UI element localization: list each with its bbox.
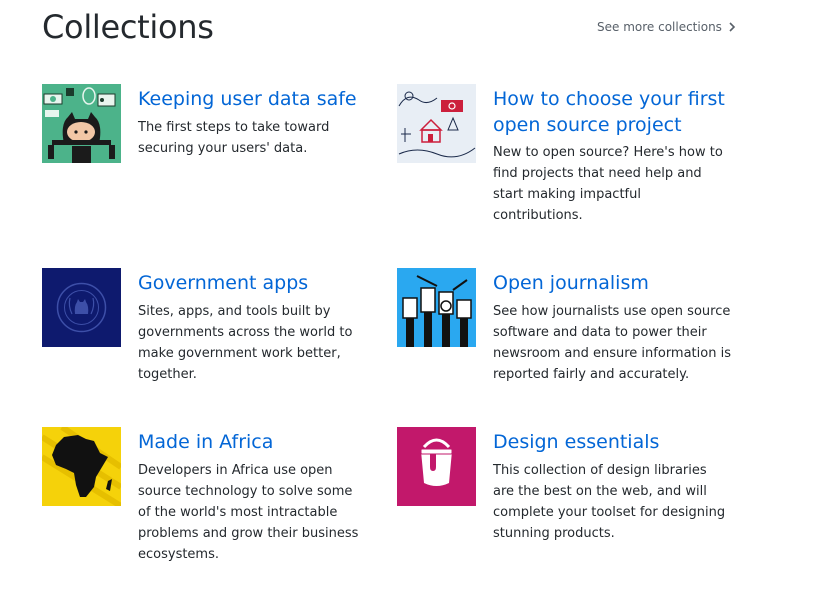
africa-map-icon: [42, 427, 121, 506]
collection-description: See how journalists use open source soft…: [493, 304, 731, 382]
collection-description: This collection of design libraries are …: [493, 463, 726, 541]
collection-thumbnail[interactable]: [397, 84, 476, 163]
collection-title[interactable]: Open journalism: [493, 270, 743, 296]
collection-title[interactable]: Made in Africa: [138, 429, 388, 455]
government-seal-icon: [42, 268, 121, 347]
raised-fists-icon: [397, 268, 476, 347]
page-title: Collections: [42, 8, 214, 46]
see-more-label: See more collections: [597, 20, 722, 34]
house-map-icon: [397, 84, 476, 163]
collection-thumbnail[interactable]: [397, 268, 476, 347]
collection-thumbnail[interactable]: [42, 84, 121, 163]
collection-title[interactable]: Keeping user data safe: [138, 86, 388, 112]
collection-title[interactable]: How to choose your first open source pro…: [493, 86, 743, 138]
collection-title[interactable]: Design essentials: [493, 429, 743, 455]
collection-thumbnail[interactable]: [397, 427, 476, 506]
collection-description: Developers in Africa use open source tec…: [138, 463, 359, 562]
collection-description: The first steps to take toward securing …: [138, 120, 330, 156]
see-more-collections-link[interactable]: See more collections: [597, 20, 736, 34]
collection-thumbnail[interactable]: [42, 268, 121, 347]
octocat-security-icon: [42, 84, 121, 163]
collection-title[interactable]: Government apps: [138, 270, 388, 296]
paint-bucket-icon: [397, 427, 476, 506]
chevron-right-icon: [729, 22, 736, 32]
collection-description: Sites, apps, and tools built by governme…: [138, 304, 353, 382]
collection-description: New to open source? Here's how to find p…: [493, 145, 723, 223]
collection-thumbnail[interactable]: [42, 427, 121, 506]
